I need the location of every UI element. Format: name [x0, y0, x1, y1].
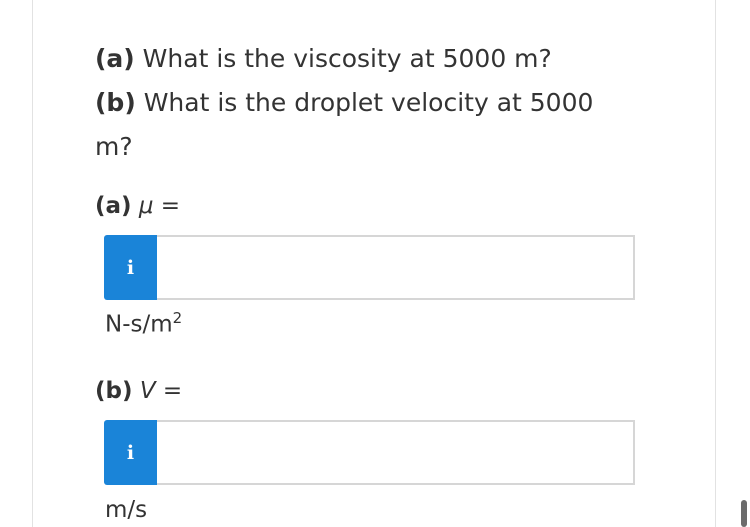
part-b-unit: m/s — [105, 497, 148, 523]
part-a-equals: = — [153, 193, 181, 219]
question-a-text: What is the viscosity at 5000 m? — [134, 44, 552, 73]
question-line-a: (a) What is the viscosity at 5000 m? — [95, 37, 655, 81]
part-a-unit-exponent: 2 — [172, 309, 183, 327]
question-text: (a) What is the viscosity at 5000 m? (b)… — [95, 37, 655, 169]
part-b-input-group: i — [104, 420, 635, 485]
part-a-label: (a) μ = — [95, 193, 180, 219]
part-a-answer-input[interactable] — [157, 235, 635, 300]
info-icon: i — [126, 256, 135, 279]
scrollbar-thumb[interactable] — [741, 500, 747, 527]
question-line-b: (b) What is the droplet velocity at 5000 — [95, 81, 655, 125]
part-b-label: (b) V = — [95, 378, 182, 404]
part-b-info-button[interactable]: i — [104, 420, 157, 485]
part-a-input-group: i — [104, 235, 635, 300]
part-b-equals: = — [155, 378, 183, 404]
part-b-tag: (b) — [95, 378, 133, 404]
info-icon: i — [126, 441, 135, 464]
part-a-unit: N-s/m2 — [105, 309, 182, 338]
question-a-tag: (a) — [95, 44, 135, 73]
part-b-answer-input[interactable] — [157, 420, 635, 485]
part-a-tag: (a) — [95, 193, 132, 219]
question-line-b-cont: m? — [95, 132, 133, 161]
question-b-text: What is the droplet velocity at 5000 — [135, 88, 594, 117]
question-b-tag: (b) — [95, 88, 136, 117]
part-a-info-button[interactable]: i — [104, 235, 157, 300]
part-b-symbol: V — [139, 378, 156, 404]
part-a-unit-base: N-s/m — [105, 311, 173, 338]
part-a-symbol: μ — [138, 193, 154, 219]
